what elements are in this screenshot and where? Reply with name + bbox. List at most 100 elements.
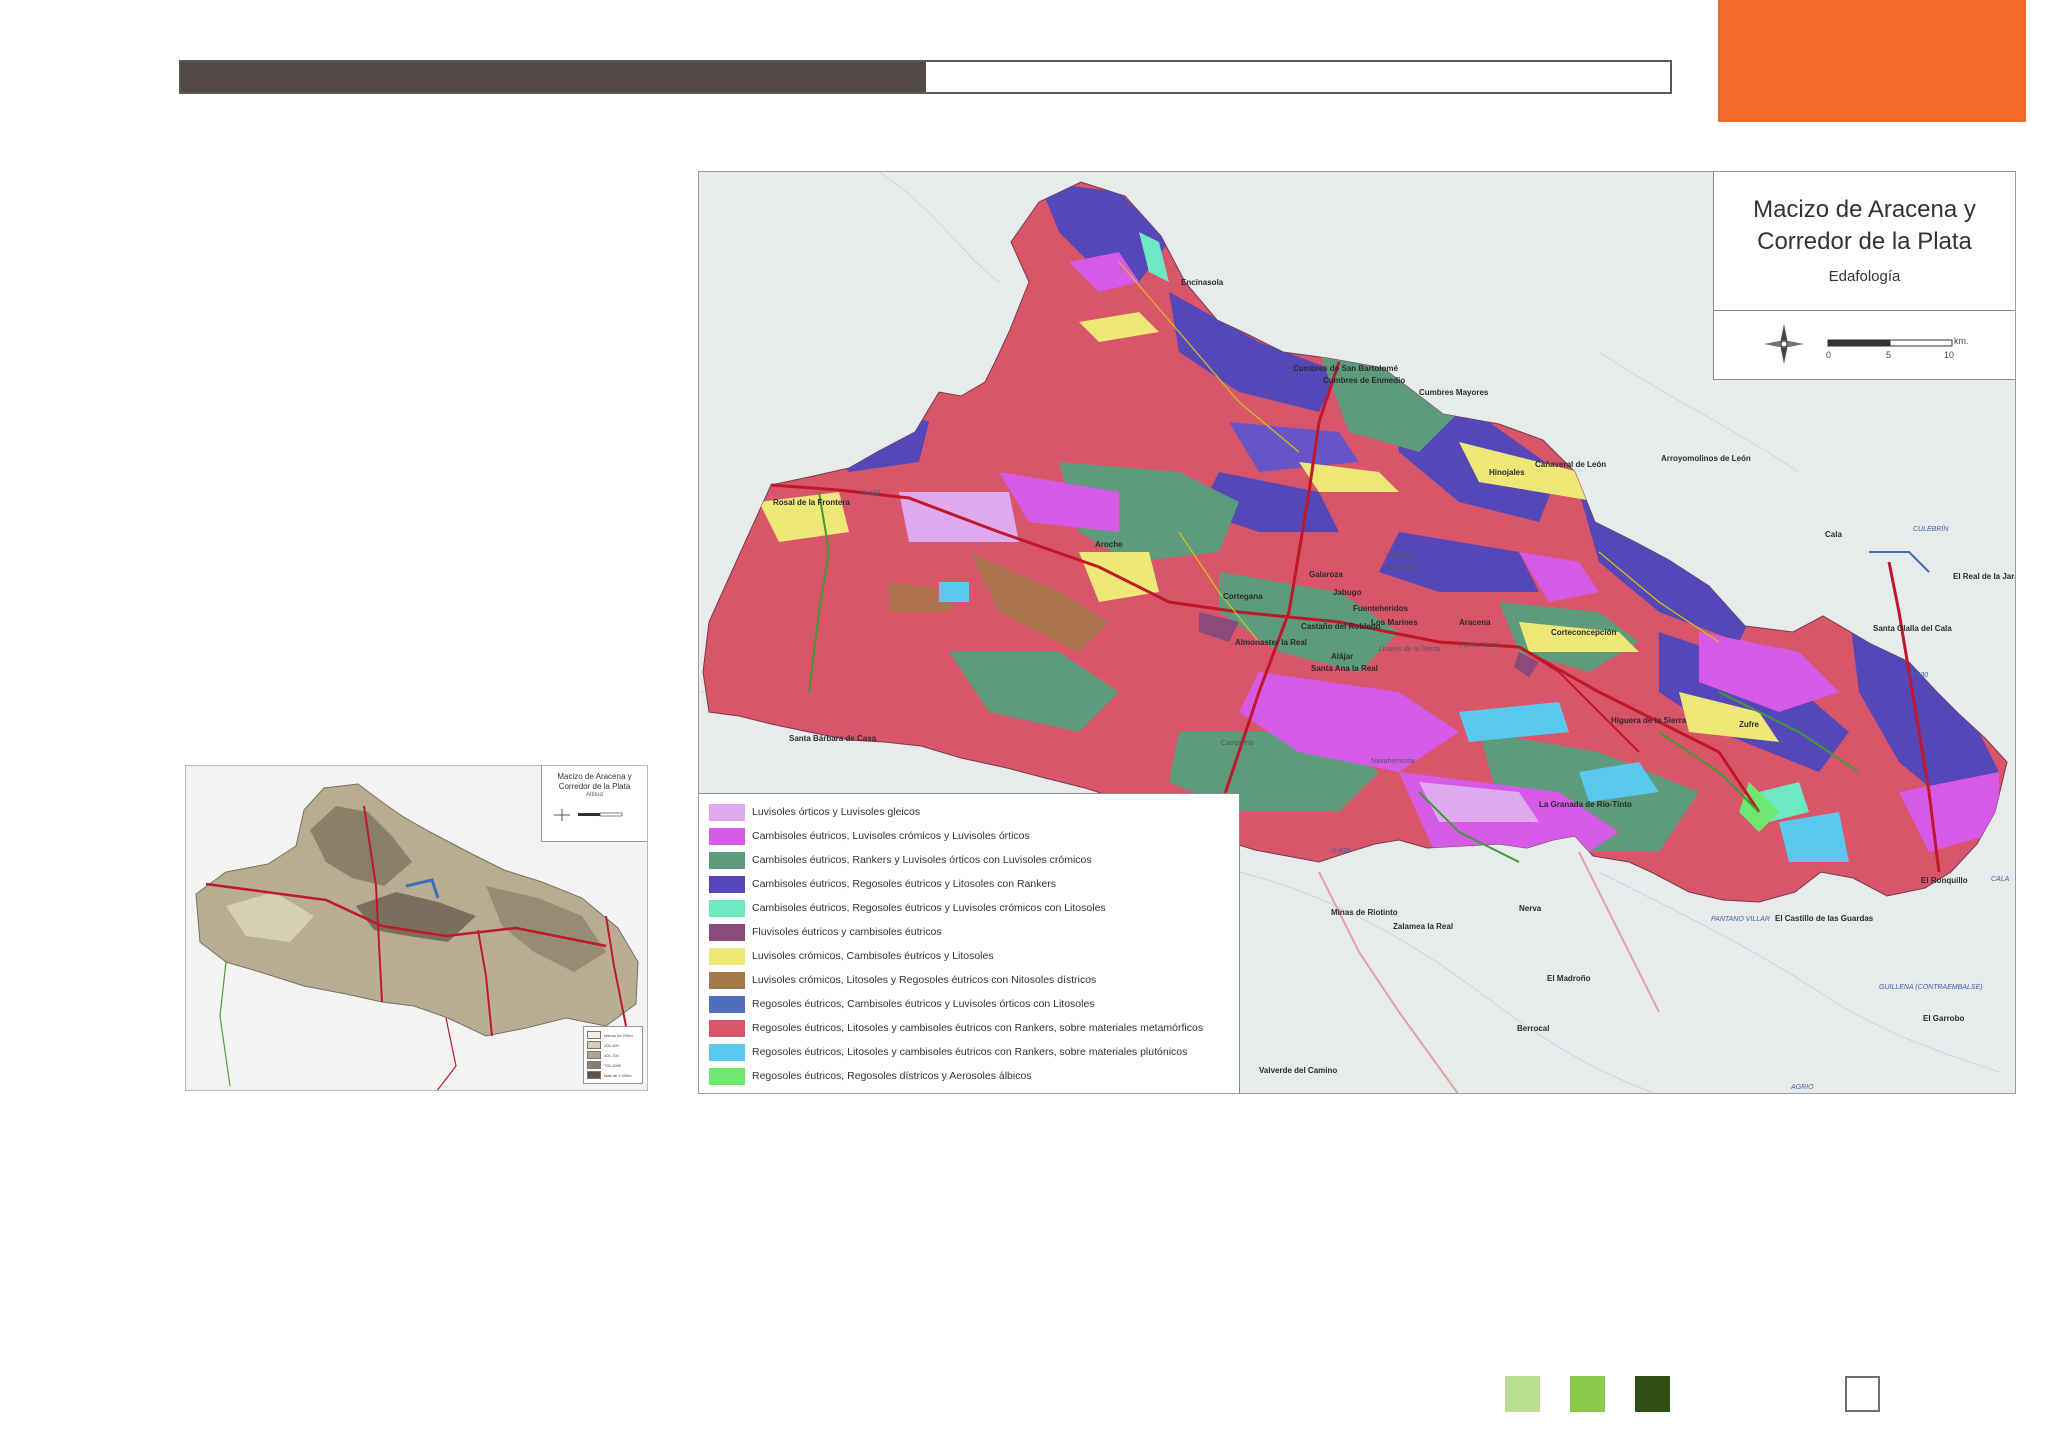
map-place-label: Aroche bbox=[1095, 540, 1123, 549]
legend-swatch bbox=[709, 1019, 745, 1037]
inset-legend-label: 400-700 bbox=[604, 1052, 619, 1058]
orange-corner-block bbox=[1718, 0, 2026, 122]
main-soil-map: Encinasola Cumbres de San Bartolomé Cumb… bbox=[698, 171, 2016, 1094]
map-place-label: Santa Bárbara de Casa bbox=[789, 734, 877, 743]
inset-subtitle: Altitud bbox=[586, 792, 603, 798]
legend-swatch bbox=[709, 971, 745, 989]
map-river-label: CALA bbox=[1991, 876, 2010, 883]
map-place-label: Corteconcepción bbox=[1551, 628, 1617, 637]
legend-swatch bbox=[709, 875, 745, 893]
map-road-label: N-435 bbox=[1331, 848, 1351, 855]
title-divider bbox=[1714, 310, 2015, 311]
legend-swatch bbox=[709, 1067, 745, 1085]
map-place-label: Cumbres de San Bartolomé bbox=[1293, 364, 1398, 373]
legend-item: Cambisoles éutricos, Rankers y Luvisoles… bbox=[709, 848, 1092, 872]
legend-label: Regosoles éutricos, Litosoles y cambisol… bbox=[752, 1046, 1188, 1058]
map-road-label: N-630 bbox=[1909, 672, 1929, 679]
legend-item: Luvisoles crómicos, Litosoles y Regosole… bbox=[709, 968, 1096, 992]
map-river-label: CULEBRÍN bbox=[1913, 526, 1949, 533]
legend-swatch bbox=[709, 1043, 745, 1061]
inset-title-line2: Corredor de la Plata bbox=[558, 782, 631, 791]
legend-label: Fluvisoles éutricos y cambisoles éutrico… bbox=[752, 926, 942, 938]
legend-label: Luvisoles crómicos, Cambisoles éutricos … bbox=[752, 950, 994, 962]
map-place-label: Galaroza bbox=[1309, 570, 1343, 579]
map-place-label: Fuenteheridos bbox=[1353, 604, 1409, 613]
inset-legend-swatch bbox=[587, 1051, 601, 1059]
legend-label: Luvisoles crómicos, Litosoles y Regosole… bbox=[752, 974, 1097, 986]
inset-legend-label: 200-400 bbox=[604, 1042, 619, 1048]
legend-swatch bbox=[709, 923, 745, 941]
legend-item: Cambisoles éutricos, Regosoles éutricos … bbox=[709, 896, 1106, 920]
legend-item: Luvisoles órticos y Luvisoles gleicos bbox=[709, 800, 920, 824]
map-river-label: AGRIO bbox=[1791, 1084, 1814, 1091]
legend-label: Cambisoles éutricos, Luvisoles crómicos … bbox=[752, 830, 1030, 842]
map-place-label: Berrocal bbox=[1517, 1024, 1550, 1033]
map-place-label: Cortegana bbox=[1223, 592, 1263, 601]
map-place-label: Aracena bbox=[1459, 618, 1491, 627]
map-place-label: Cala bbox=[1825, 530, 1842, 539]
legend-label: Regosoles éutricos, Litosoles y cambisol… bbox=[752, 1022, 1204, 1034]
progress-bar-fill bbox=[181, 62, 926, 92]
legend-swatch bbox=[709, 851, 745, 869]
soil-legend: Luvisoles órticos y Luvisoles gleicos Ca… bbox=[699, 793, 1240, 1093]
legend-swatch bbox=[709, 995, 745, 1013]
scale-unit-label: km. bbox=[1954, 336, 1969, 346]
legend-item: Regosoles éutricos, Litosoles y cambisol… bbox=[709, 1040, 1187, 1064]
map-place-label: El Castillo de las Guardas bbox=[1775, 914, 1874, 923]
legend-label: Regosoles éutricos, Regosoles dístricos … bbox=[752, 1070, 1032, 1082]
inset-title-box: Macizo de Aracena y Corredor de la Plata… bbox=[541, 766, 647, 842]
legend-label: Cambisoles éutricos, Regosoles éutricos … bbox=[752, 878, 1057, 890]
map-place-label: Hinojales bbox=[1489, 468, 1525, 477]
inset-legend-item: 400-700 bbox=[587, 1050, 639, 1060]
map-place-label: Campofrío bbox=[1221, 740, 1254, 747]
inset-legend-swatch bbox=[587, 1041, 601, 1049]
legend-item: Regosoles éutricos, Cambisoles éutricos … bbox=[709, 992, 1095, 1016]
inset-legend-swatch bbox=[587, 1031, 601, 1039]
map-place-label: Jabugo bbox=[1333, 588, 1362, 597]
legend-item: Regosoles éutricos, Regosoles dístricos … bbox=[709, 1064, 1032, 1088]
map-place-label: Cortelazor bbox=[1387, 564, 1420, 571]
map-place-label: El Ronquillo bbox=[1921, 876, 1968, 885]
map-place-label: Linares de la Sierra bbox=[1379, 646, 1440, 653]
legend-label: Luvisoles órticos y Luvisoles gleicos bbox=[752, 806, 921, 818]
footer-square-light-green bbox=[1505, 1376, 1540, 1412]
map-place-label: Santa Olalla del Cala bbox=[1873, 624, 1952, 633]
map-place-label: Los Marines bbox=[1371, 618, 1418, 627]
legend-swatch bbox=[709, 827, 745, 845]
inset-legend: Menos de 200m 200-400 400-700 700-1000 M… bbox=[583, 1026, 643, 1084]
map-place-label: La Granada de Río-Tinto bbox=[1539, 800, 1632, 809]
inset-scale-bar bbox=[553, 808, 622, 821]
inset-legend-label: 700-1000 bbox=[604, 1062, 621, 1068]
map-place-label: Cañaveral de León bbox=[1535, 460, 1607, 469]
inset-legend-swatch bbox=[587, 1061, 601, 1069]
map-place-label: Nerva bbox=[1519, 904, 1542, 913]
map-place-label: El Garrobo bbox=[1923, 1014, 1965, 1023]
map-title-box: Macizo de Aracena y Corredor de la Plata… bbox=[1713, 172, 2015, 380]
footer-square-empty bbox=[1845, 1376, 1880, 1412]
map-place-label: Zalamea la Real bbox=[1393, 922, 1454, 931]
scale-tick-label: 0 bbox=[1826, 350, 1831, 360]
legend-label: Regosoles éutricos, Cambisoles éutricos … bbox=[752, 998, 1095, 1010]
legend-item: Regosoles éutricos, Litosoles y cambisol… bbox=[709, 1016, 1203, 1040]
map-place-label: Valverde del Camino bbox=[1259, 1066, 1338, 1075]
map-place-label: Rosal de la Frontera bbox=[773, 498, 850, 507]
inset-legend-swatch bbox=[587, 1071, 601, 1079]
inset-title-line1: Macizo de Aracena y bbox=[557, 772, 632, 781]
map-place-label: Zufre bbox=[1739, 720, 1759, 729]
legend-swatch bbox=[709, 899, 745, 917]
map-place-label: Cumbres de Enmedio bbox=[1323, 376, 1406, 385]
inset-legend-item: Menos de 200m bbox=[587, 1030, 639, 1040]
scale-bar-graphic bbox=[1827, 339, 1953, 347]
inset-legend-item: 700-1000 bbox=[587, 1060, 639, 1070]
map-place-label: Puerto Moral bbox=[1459, 642, 1500, 649]
inset-legend-item: 200-400 bbox=[587, 1040, 639, 1050]
map-place-label: Navahermosa bbox=[1371, 758, 1415, 765]
map-subtitle: Edafología bbox=[1828, 268, 1901, 285]
legend-item: Cambisoles éutricos, Luvisoles crómicos … bbox=[709, 824, 1030, 848]
map-place-label: Higuera de la Sierra bbox=[1611, 716, 1687, 725]
legend-swatch bbox=[709, 803, 745, 821]
footer-square-green bbox=[1570, 1376, 1605, 1412]
legend-item: Fluvisoles éutricos y cambisoles éutrico… bbox=[709, 920, 942, 944]
north-arrow-icon bbox=[1764, 324, 1804, 364]
scale-and-north: 0 5 10 km. bbox=[1764, 324, 1969, 364]
